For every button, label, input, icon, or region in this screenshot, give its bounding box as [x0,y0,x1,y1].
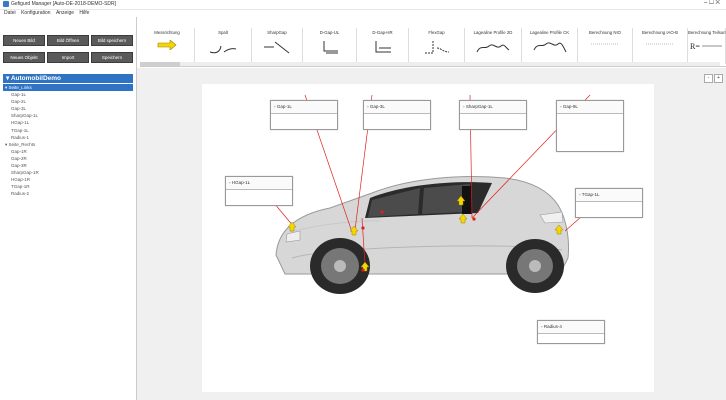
gap-card[interactable]: ◦ SharpGap-1L [459,100,527,130]
car-image [275,176,569,294]
gap-card[interactable]: ◦ TGap-1L [575,188,643,218]
card-title: ◦ Gap-1L [271,101,337,114]
card-title: ◦ Gap-9L [557,101,623,114]
card-title: ◦ TGap-1L [576,189,642,202]
gap-card[interactable]: ◦ Gap-9L [556,100,624,152]
gap-card[interactable]: ◦ Gap-3L [363,100,431,130]
radius-card[interactable]: ◦ Radius-4 [537,320,605,344]
gap-card[interactable]: ◦ Gap-1L [270,100,338,130]
card-title: ◦ Radius-4 [538,321,604,334]
card-title: ◦ HGap-1L [226,177,292,190]
gap-card[interactable]: ◦ HGap-1L [225,176,293,206]
card-title: ◦ Gap-3L [364,101,430,114]
card-title: ◦ SharpGap-1L [460,101,526,114]
